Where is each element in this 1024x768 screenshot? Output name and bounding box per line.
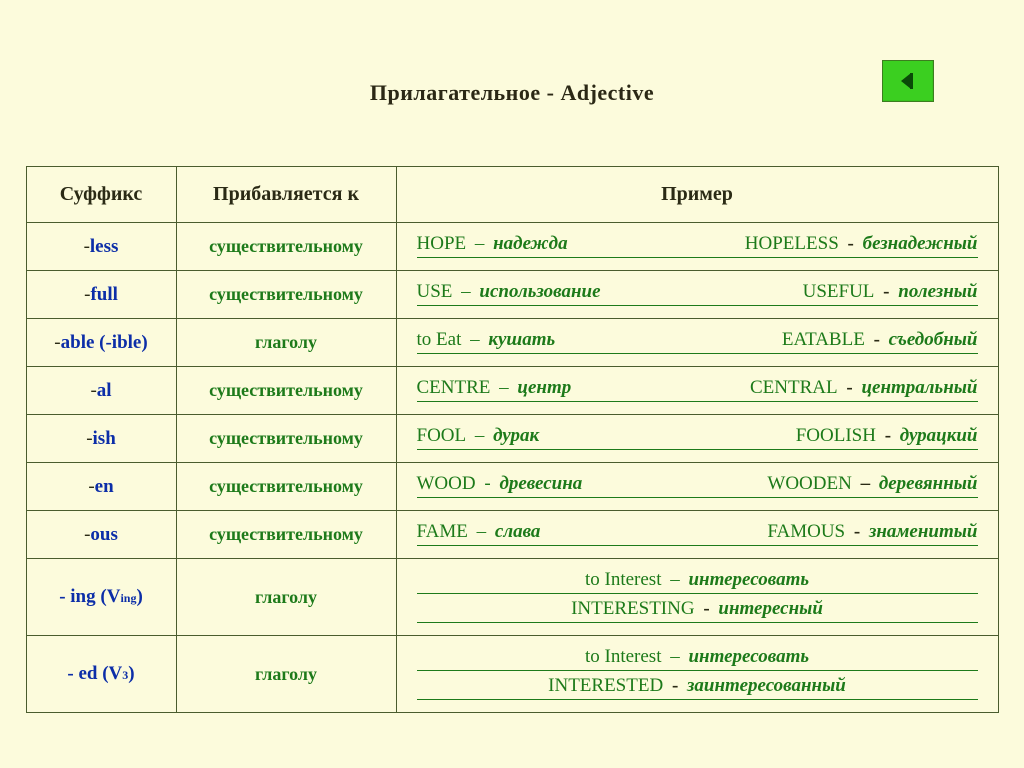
example-cell: Use – использованиеUseful - полезный	[396, 271, 998, 319]
example-line: Fool – дуракFoolish - дурацкий	[417, 425, 978, 450]
example-line: Use – использованиеUseful - полезный	[417, 281, 978, 306]
add-to-cell: существительному	[176, 223, 396, 271]
example-cell: to Interest – интересовать Interesting - …	[396, 559, 998, 636]
table-row: -fullсуществительному Use – использование…	[26, 271, 998, 319]
example-line: Interesting - интересный	[417, 598, 978, 623]
table-row: -ishсуществительному Fool – дуракFoolish …	[26, 415, 998, 463]
add-to-cell: глаголу	[176, 319, 396, 367]
example-cell: to Interest – интересовать Interested - з…	[396, 636, 998, 713]
table-row: -lessсуществительному Hope – надеждаHopel…	[26, 223, 998, 271]
suffix-cell: -ous	[26, 511, 176, 559]
suffix-table: Суффикс Прибавляется к Пример -lessсущес…	[26, 166, 999, 713]
add-to-cell: существительному	[176, 463, 396, 511]
example-line: to Eat – кушатьEatable - съедобный	[417, 329, 978, 354]
suffix-cell: - ed (V3)	[26, 636, 176, 713]
back-button[interactable]	[882, 60, 934, 102]
header-suffix: Суффикс	[26, 167, 176, 223]
add-to-cell: существительному	[176, 415, 396, 463]
example-line: Hope – надеждаHopeless - безнадежный	[417, 233, 978, 258]
table-row: - ing (Ving)глаголуto Interest – интерес…	[26, 559, 998, 636]
example-line: to Interest – интересовать	[417, 646, 978, 671]
example-cell: to Eat – кушатьEatable - съедобный	[396, 319, 998, 367]
header-example: Пример	[396, 167, 998, 223]
example-cell: Centre – центрCentral - центральный	[396, 367, 998, 415]
add-to-cell: глаголу	[176, 559, 396, 636]
page-title: Прилагательное - Adjective	[0, 80, 1024, 106]
suffix-cell: -able (-ible)	[26, 319, 176, 367]
slide: Прилагательное - Adjective Суффикс Приба…	[0, 0, 1024, 768]
add-to-cell: существительному	[176, 367, 396, 415]
example-cell: Wood - древесинаWooden – деревянный	[396, 463, 998, 511]
example-line: Centre – центрCentral - центральный	[417, 377, 978, 402]
example-line: Wood - древесинаWooden – деревянный	[417, 473, 978, 498]
table-row: -ousсуществительному Fame – славаFamous -…	[26, 511, 998, 559]
table-row: -enсуществительному Wood - древесинаWoode…	[26, 463, 998, 511]
table-row: - ed (V3)глаголуto Interest – интересова…	[26, 636, 998, 713]
suffix-cell: -al	[26, 367, 176, 415]
add-to-cell: глаголу	[176, 636, 396, 713]
suffix-cell: -ish	[26, 415, 176, 463]
suffix-cell: - ing (Ving)	[26, 559, 176, 636]
example-cell: Fool – дуракFoolish - дурацкий	[396, 415, 998, 463]
table-row: -alсуществительному Centre – центрCentral…	[26, 367, 998, 415]
header-add-to: Прибавляется к	[176, 167, 396, 223]
suffix-cell: -full	[26, 271, 176, 319]
back-arrow-icon	[897, 70, 919, 92]
add-to-cell: существительному	[176, 271, 396, 319]
table-row: -able (-ible)глаголу to Eat – кушатьEatab…	[26, 319, 998, 367]
example-line: Fame – славаFamous - знаменитый	[417, 521, 978, 546]
example-cell: Hope – надеждаHopeless - безнадежный	[396, 223, 998, 271]
example-cell: Fame – славаFamous - знаменитый	[396, 511, 998, 559]
table-header-row: Суффикс Прибавляется к Пример	[26, 167, 998, 223]
suffix-cell: -less	[26, 223, 176, 271]
add-to-cell: существительному	[176, 511, 396, 559]
example-line: Interested - заинтересованный	[417, 675, 978, 700]
suffix-cell: -en	[26, 463, 176, 511]
example-line: to Interest – интересовать	[417, 569, 978, 594]
